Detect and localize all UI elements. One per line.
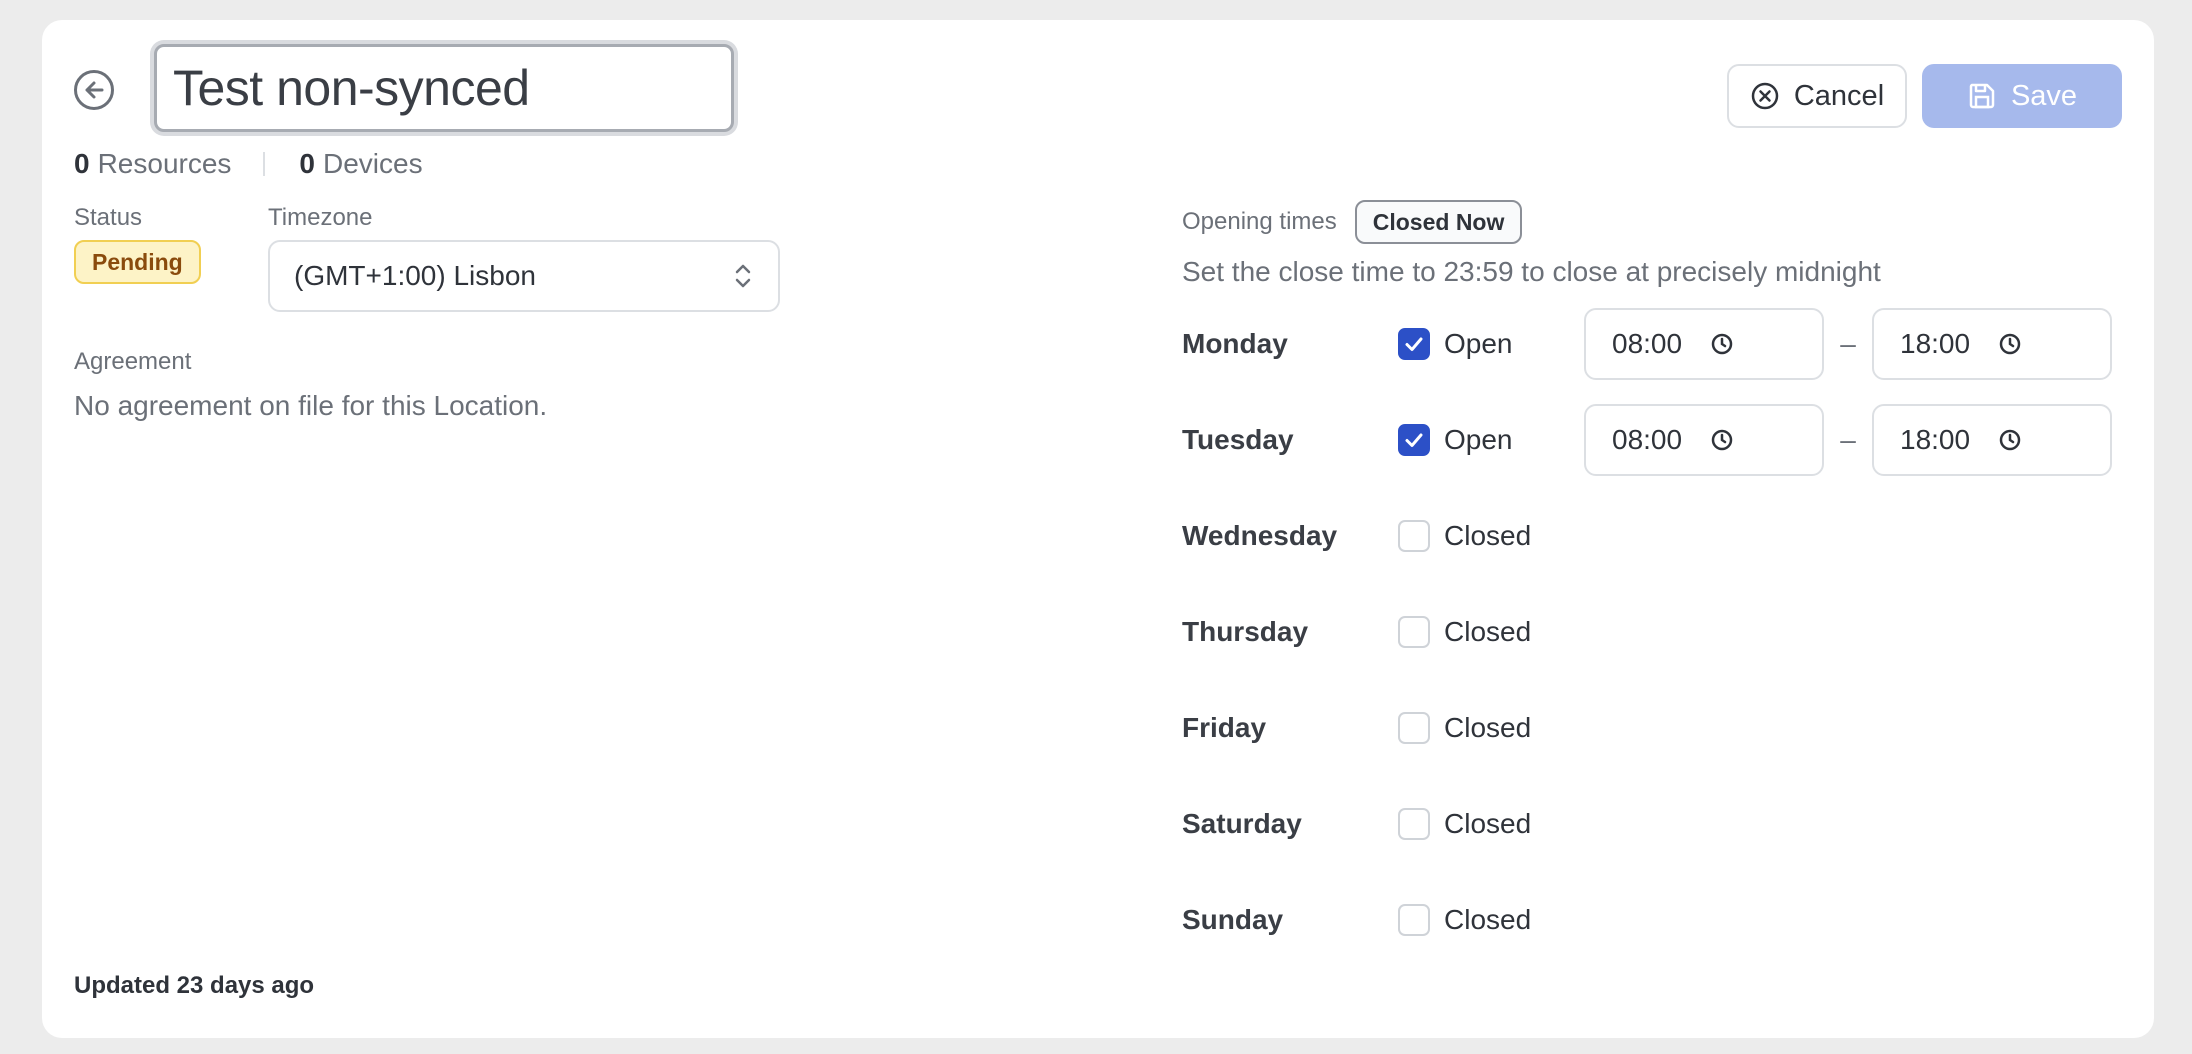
day-row-tuesday: Tuesday Open 08:00 – 18:00 [1182,404,2124,476]
day-row-thursday: Thursday Closed [1182,596,2124,668]
day-state-label: Closed [1444,520,1532,551]
clock-icon [1999,333,2021,355]
location-stats: 0 Resources 0 Devices [74,148,423,180]
open-time-value: 08:00 [1612,328,1683,359]
day-row-sunday: Sunday Closed [1182,884,2124,956]
day-row-wednesday: Wednesday Closed [1182,500,2124,572]
close-time-input[interactable]: 18:00 [1872,404,2112,476]
timezone-value: (GMT+1:00) Lisbon [294,260,536,291]
time-range-dash: – [1840,328,1856,359]
open-time-input[interactable]: 08:00 [1584,404,1824,476]
day-name: Friday [1182,712,1267,743]
updated-timestamp: Updated 23 days ago [74,972,315,999]
timezone-select[interactable]: (GMT+1:00) Lisbon [268,240,780,312]
day-state-label: Closed [1444,808,1532,839]
closed-now-badge: Closed Now [1354,200,1523,244]
cancel-button-label: Cancel [1793,79,1885,112]
devices-count: 0 [299,148,315,179]
resources-count: 0 [74,148,90,179]
close-time-value: 18:00 [1900,424,1971,455]
checkmark-icon [1405,337,1423,351]
timezone-label: Timezone [268,204,373,231]
day-open-checkbox[interactable] [1398,520,1430,552]
cancel-button[interactable]: Cancel [1727,64,1907,128]
time-range-dash: – [1840,424,1856,455]
opening-times-header: Opening times Closed Now [1182,200,1523,244]
stats-divider [263,152,266,176]
day-name: Tuesday [1182,424,1294,455]
day-open-checkbox[interactable] [1398,904,1430,936]
day-name: Wednesday [1182,520,1338,551]
day-row-friday: Friday Closed [1182,692,2124,764]
devices-label: Devices [323,148,423,179]
location-name-input[interactable] [154,44,734,132]
checkmark-icon [1405,433,1423,447]
status-badge: Pending [74,240,201,284]
opening-times-hint: Set the close time to 23:59 to close at … [1182,256,1881,287]
agreement-text: No agreement on file for this Location. [74,390,548,421]
day-state-label: Closed [1444,904,1532,935]
close-time-input[interactable]: 18:00 [1872,308,2112,380]
status-label: Status [74,204,143,231]
day-row-monday: Monday Open 08:00 – 18:00 [1182,308,2124,380]
day-open-checkbox[interactable] [1398,616,1430,648]
save-button[interactable]: Save [1922,64,2122,128]
chevron-up-down-icon [735,264,751,288]
day-state-label: Closed [1444,616,1532,647]
clock-icon [1999,429,2021,451]
agreement-label: Agreement [74,348,192,375]
arrow-left-circle-icon [85,81,104,99]
day-open-checkbox[interactable] [1398,424,1430,456]
day-name: Sunday [1182,904,1284,935]
floppy-disk-icon [1969,83,1995,109]
day-open-checkbox[interactable] [1398,328,1430,360]
clock-icon [1711,429,1733,451]
day-name: Saturday [1182,808,1302,839]
resources-label: Resources [97,148,232,179]
close-time-value: 18:00 [1900,328,1971,359]
day-open-checkbox[interactable] [1398,808,1430,840]
open-time-value: 08:00 [1612,424,1683,455]
open-time-input[interactable]: 08:00 [1584,308,1824,380]
save-button-label: Save [2010,79,2078,112]
clock-icon [1711,333,1733,355]
day-state-label: Open [1444,328,1513,359]
day-name: Monday [1182,328,1288,359]
x-circle-icon [1751,82,1779,110]
location-editor-card: Cancel Save 0 Resources 0 Devices Status… [42,20,2154,1038]
day-state-label: Open [1444,424,1513,455]
back-button[interactable] [74,70,114,110]
day-open-checkbox[interactable] [1398,712,1430,744]
day-name: Thursday [1182,616,1309,647]
opening-times-label: Opening times [1182,208,1337,235]
day-state-label: Closed [1444,712,1532,743]
day-row-saturday: Saturday Closed [1182,788,2124,860]
